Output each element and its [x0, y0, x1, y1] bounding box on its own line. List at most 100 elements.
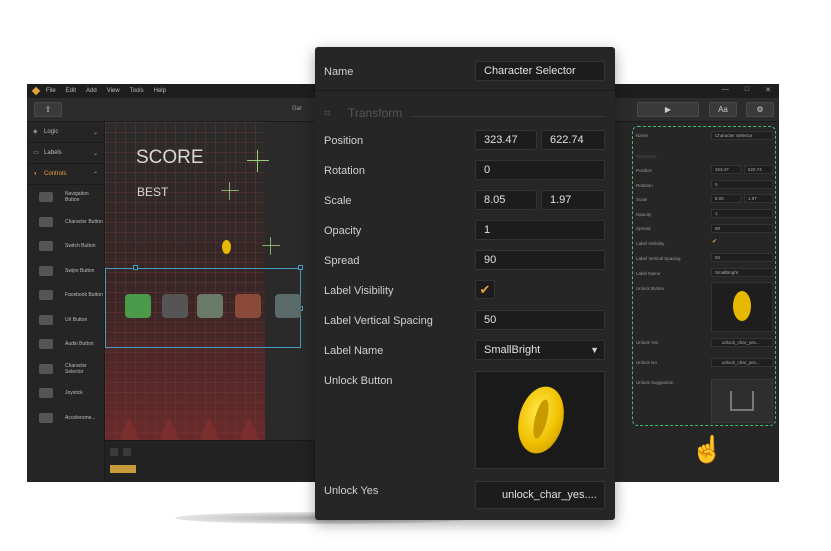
control-character-selector[interactable]: Character Selector [27, 357, 104, 382]
back-unlock-button-label: Unlock Button [636, 286, 665, 291]
control-url-button[interactable]: Url Button [27, 308, 104, 333]
toolbar-label: Gar [292, 106, 303, 112]
rotation-label: Rotation [324, 165, 365, 177]
label-vertical-spacing-field[interactable]: 50 [475, 310, 605, 330]
minimize-button[interactable]: — [722, 86, 729, 94]
resize-handle[interactable] [133, 265, 138, 270]
control-joystick[interactable]: Joystick [27, 381, 104, 406]
back-position-x[interactable]: 323.47 [711, 165, 741, 174]
name-field[interactable]: Character Selector [475, 61, 605, 81]
chevron-up-icon: ⌃ [92, 172, 98, 178]
opacity-field[interactable]: 1 [475, 220, 605, 240]
play-button[interactable]: ▶ [637, 102, 699, 117]
category-logic[interactable]: ◈ Logic ⌄ [27, 122, 104, 143]
transform-icon: ⌗ [324, 106, 331, 120]
spike [239, 416, 259, 440]
character-sprite[interactable] [162, 294, 188, 318]
inspector-panel: Name Character Selector ⌗ Transform Posi… [315, 47, 615, 520]
unlock-yes-label: Unlock Yes [324, 485, 379, 497]
anchor-crosshair[interactable] [221, 182, 239, 200]
divider [315, 90, 615, 91]
section-divider [412, 116, 605, 117]
controls-icon: ◑ [33, 171, 37, 177]
menu-file[interactable]: File [46, 88, 56, 94]
spike [159, 416, 179, 440]
opacity-label: Opacity [324, 225, 362, 237]
back-name-label: Name [636, 133, 649, 138]
hand-pointer-icon: ☝ [691, 434, 724, 464]
back-label-name-label: Label Name [636, 271, 661, 276]
back-spread-field[interactable]: 90 [711, 224, 773, 233]
anchor-crosshair[interactable] [262, 237, 280, 255]
control-character-button[interactable]: Character Button [27, 210, 104, 235]
character-sprite[interactable] [235, 294, 261, 318]
character-sprite[interactable] [197, 294, 223, 318]
label-visibility-label: Label Visibility [324, 285, 394, 297]
font-button[interactable]: Aa [709, 102, 737, 117]
settings-button[interactable]: ⚙ [746, 102, 774, 117]
menu-help[interactable]: Help [154, 88, 166, 94]
back-label-name-dropdown[interactable]: SmallBright [711, 268, 773, 277]
url-icon [39, 314, 53, 325]
character-sprite[interactable] [125, 294, 151, 318]
label-name-dropdown[interactable]: SmallBright ▼ [475, 340, 605, 360]
control-facebook-button[interactable]: Facebook Button [27, 283, 104, 308]
back-label-spacing-label: Label Vertical Spacing [636, 256, 681, 261]
chevron-down-icon: ⌄ [92, 130, 98, 136]
spread-field[interactable]: 90 [475, 250, 605, 270]
category-controls[interactable]: ◑ Controls ⌃ [27, 164, 104, 185]
control-swipe-button[interactable]: Swipe Button [27, 259, 104, 284]
control-accelerometer[interactable]: Accelerome... [27, 406, 104, 431]
menu-add[interactable]: Add [86, 88, 97, 94]
control-audio-button[interactable]: Audio Button [27, 332, 104, 357]
unlock-yes-field[interactable]: unlock_char_yes.... [475, 481, 605, 509]
font-icon: Aa [718, 105, 728, 114]
character-sprite[interactable] [275, 294, 301, 318]
label-vertical-spacing-label: Label Vertical Spacing [324, 315, 433, 327]
back-scale-y[interactable]: 1.97 [744, 194, 773, 203]
back-opacity-field[interactable]: 1 [711, 209, 773, 218]
back-rotation-field[interactable]: 0 [711, 180, 773, 189]
label-visibility-checkbox[interactable]: ✔ [475, 280, 495, 299]
name-label: Name [324, 66, 354, 78]
close-button[interactable]: ✕ [765, 86, 771, 94]
back-unlock-no-field[interactable]: unlock_char_yes... [711, 358, 773, 367]
rotation-field[interactable]: 0 [475, 160, 605, 180]
scale-y-field[interactable]: 1.97 [541, 190, 605, 210]
back-unlock-yes-field[interactable]: unlock_char_yes... [711, 338, 773, 347]
anchor-crosshair[interactable] [247, 150, 269, 172]
menu-tools[interactable]: Tools [130, 88, 144, 94]
position-x-field[interactable]: 323.47 [475, 130, 537, 150]
back-label-visibility-label: Label Visibility [636, 241, 665, 246]
menu-edit[interactable]: Edit [66, 88, 76, 94]
check-icon[interactable]: ✔ [712, 238, 717, 245]
coin-sprite [733, 291, 751, 321]
scale-x-field[interactable]: 8.05 [475, 190, 537, 210]
transform-section-title: Transform [348, 106, 403, 120]
timeline [105, 440, 315, 482]
scale-label: Scale [324, 195, 352, 207]
back-position-y[interactable]: 622.74 [744, 165, 773, 174]
category-labels[interactable]: ▭ Labels ⌄ [27, 143, 104, 164]
resize-handle[interactable] [298, 265, 303, 270]
controls-panel: ◈ Logic ⌄ ▭ Labels ⌄ ◑ Controls ⌃ Naviga… [27, 122, 105, 482]
timeline-clip[interactable] [110, 465, 136, 473]
menu-view[interactable]: View [107, 88, 120, 94]
record-icon[interactable] [123, 448, 131, 456]
app-logo-icon [31, 86, 41, 96]
maximize-button[interactable]: □ [745, 86, 749, 94]
control-switch-button[interactable]: Switch Button [27, 234, 104, 259]
spread-label: Spread [324, 255, 360, 267]
position-y-field[interactable]: 622.74 [541, 130, 605, 150]
back-spacing-field[interactable]: 50 [711, 253, 773, 262]
spike [119, 416, 139, 440]
label-name-value: SmallBright [484, 344, 541, 356]
back-scale-x[interactable]: 8.05 [711, 194, 741, 203]
accelerometer-icon [39, 412, 53, 423]
back-spread-label: Spread [636, 226, 651, 231]
control-navigation-button[interactable]: Navigation Button [27, 185, 104, 210]
export-button[interactable]: ⇪ [34, 102, 62, 117]
scene-canvas[interactable]: SCORE BEST [105, 122, 315, 440]
back-name-field[interactable]: Character Selector [711, 131, 773, 140]
play-icon[interactable] [110, 448, 118, 456]
